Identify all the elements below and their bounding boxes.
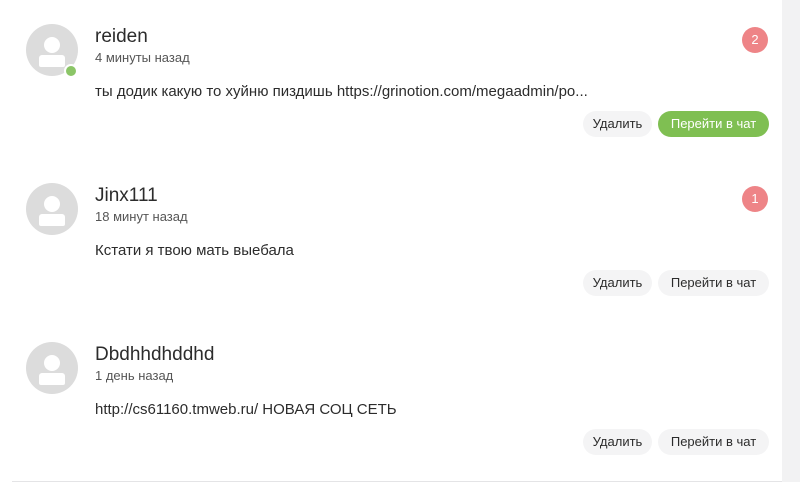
dialog-item[interactable]: Dbdhhdhddhd 1 день назад http://cs61160.… — [12, 322, 782, 481]
unread-count-badge: 2 — [742, 27, 768, 53]
online-status-indicator — [64, 64, 78, 78]
dialog-timestamp: 18 минут назад — [95, 209, 188, 224]
dialog-username[interactable]: Dbdhhdhddhd — [95, 344, 214, 366]
go-to-chat-button[interactable]: Перейти в чат — [658, 429, 769, 455]
go-to-chat-button[interactable]: Перейти в чат — [658, 270, 769, 296]
avatar[interactable] — [26, 183, 78, 235]
user-placeholder-icon — [44, 196, 60, 212]
dialog-username[interactable]: Jinx111 — [95, 185, 158, 207]
delete-button[interactable]: Удалить — [583, 111, 652, 137]
dialog-last-message: http://cs61160.tmweb.ru/ НОВАЯ СОЦ СЕТЬ — [95, 401, 397, 418]
delete-button[interactable]: Удалить — [583, 270, 652, 296]
dialog-item[interactable]: Jinx111 18 минут назад Кстати я твою мат… — [12, 163, 782, 322]
dialog-item[interactable]: reiden 4 минуты назад ты додик какую то … — [12, 4, 782, 163]
user-placeholder-icon — [44, 37, 60, 53]
dialog-last-message: ты додик какую то хуйню пиздишь https://… — [95, 83, 588, 100]
go-to-chat-button[interactable]: Перейти в чат — [658, 111, 769, 137]
unread-count-badge: 1 — [742, 186, 768, 212]
dialog-last-message: Кстати я твою мать выебала — [95, 242, 294, 259]
dialog-timestamp: 1 день назад — [95, 368, 174, 383]
dialog-timestamp: 4 минуты назад — [95, 50, 190, 65]
dialogs-panel: reiden 4 минуты назад ты додик какую то … — [0, 0, 782, 482]
dialog-username[interactable]: reiden — [95, 26, 148, 48]
page-background — [782, 0, 800, 482]
avatar[interactable] — [26, 342, 78, 394]
user-placeholder-icon — [44, 355, 60, 371]
delete-button[interactable]: Удалить — [583, 429, 652, 455]
